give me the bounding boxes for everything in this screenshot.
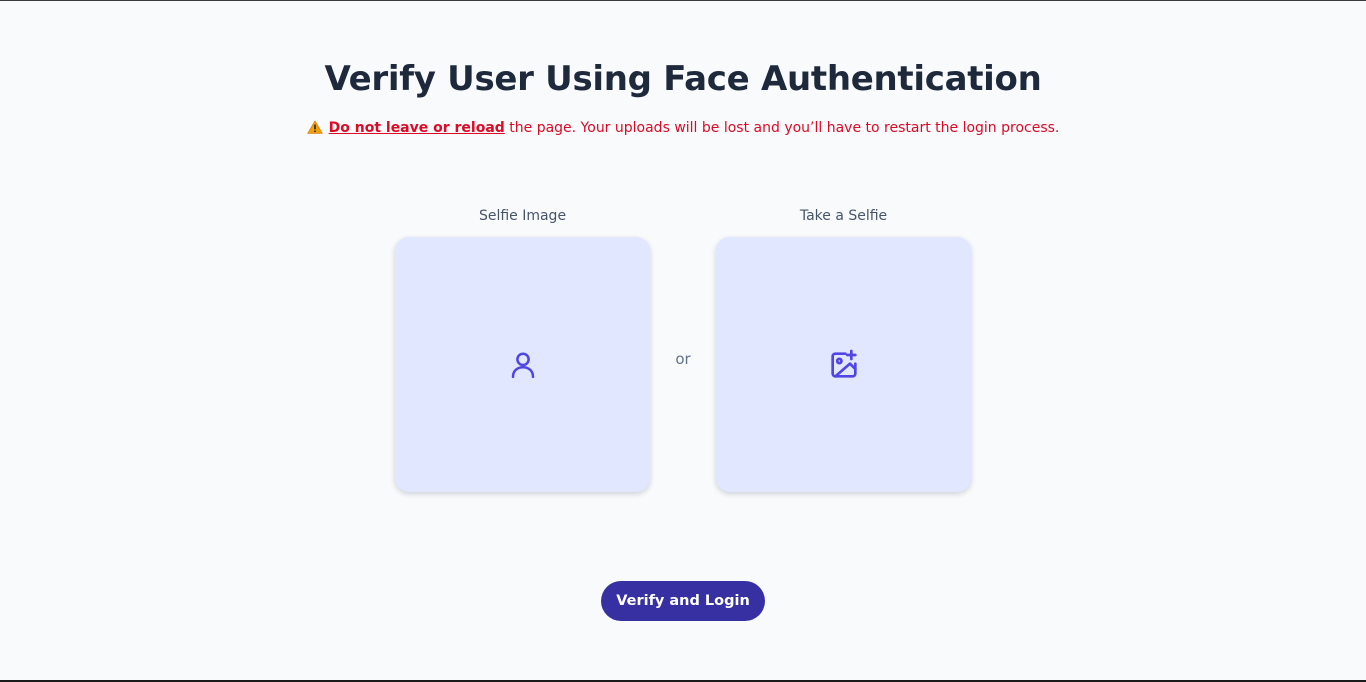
selfie-image-label: Selfie Image: [478, 208, 567, 224]
take-selfie-button[interactable]: [716, 237, 971, 492]
selfie-image-upload[interactable]: [395, 237, 650, 492]
page-title: Verify User Using Face Authentication: [324, 59, 1042, 99]
image-plus-icon: [828, 349, 860, 381]
or-separator: or: [675, 350, 691, 368]
take-selfie-label: Take a Selfie: [799, 208, 888, 224]
warning-text: the page. Your uploads will be lost and …: [504, 120, 1060, 136]
warning-triangle-icon: [306, 120, 323, 134]
user-icon: [508, 350, 538, 380]
do-not-leave-link[interactable]: Do not leave or reload: [329, 120, 505, 136]
warning-message: Do not leave or reload the page. Your up…: [0, 120, 1366, 136]
verify-and-login-button[interactable]: Verify and Login: [601, 581, 765, 621]
